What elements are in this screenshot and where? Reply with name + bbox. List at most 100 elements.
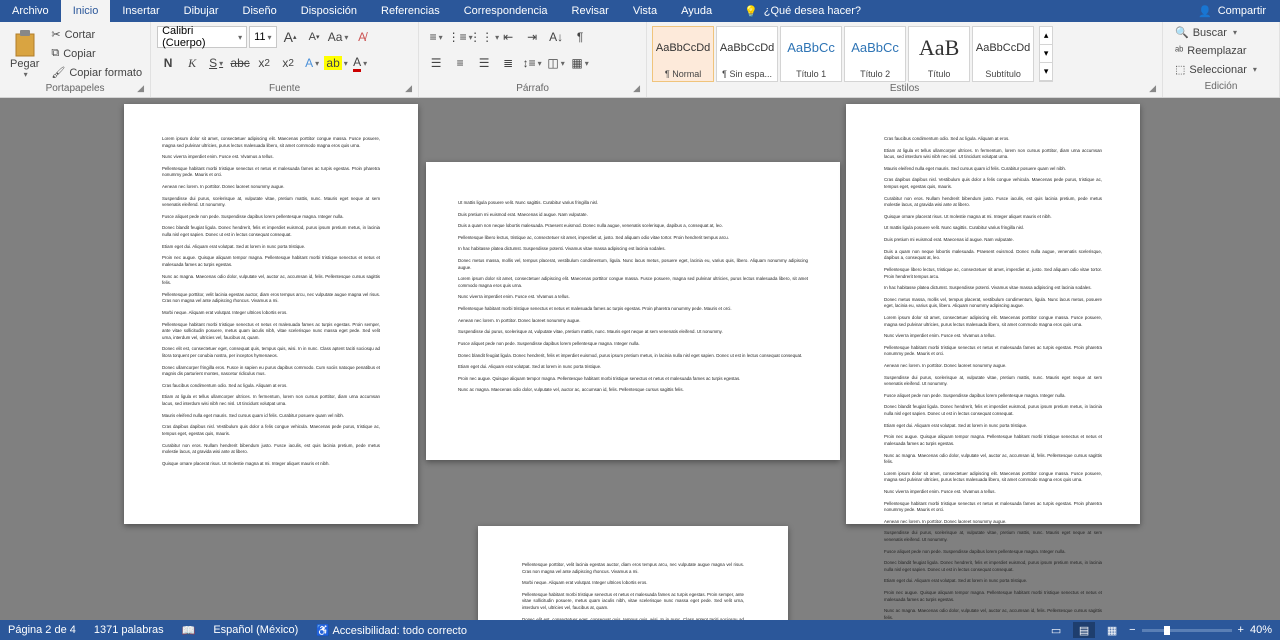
tab-home[interactable]: Inicio [61,0,111,22]
italic-button[interactable]: K [181,52,203,74]
tab-view[interactable]: Vista [621,0,669,22]
page-1[interactable]: Lorem ipsum dolor sit amet, consectetuer… [124,104,418,524]
body-text: Nunc viverra imperdiet enim. Fusce est. … [162,154,380,161]
styles-up-button[interactable]: ▴ [1040,27,1052,45]
paragraph-label: Párrafo [516,83,549,94]
select-button[interactable]: ⬚Seleccionar▾ [1171,61,1271,78]
document-canvas[interactable]: Lorem ipsum dolor sit amet, consectetuer… [0,98,1280,620]
borders-button[interactable]: ▦▾ [569,52,591,74]
body-text: Nunc ac magna. Maecenas odio dolor, vulp… [884,608,1102,620]
justify-button[interactable]: ≣ [497,52,519,74]
chevron-down-icon: ▾ [238,33,242,42]
group-clipboard: Pegar ▾ ✂Cortar ⧉Copiar 🖌Copiar formato … [0,22,151,97]
tab-file[interactable]: Archivo [0,0,61,22]
tab-design[interactable]: Diseño [231,0,289,22]
editing-label: Edición [1205,81,1238,92]
style---normal[interactable]: AaBbCcDd¶ Normal [652,26,714,82]
styles-down-button[interactable]: ▾ [1040,45,1052,63]
text-effects-button[interactable]: A▾ [301,52,323,74]
zoom-level[interactable]: 40% [1250,624,1272,636]
clipboard-launcher[interactable]: ◢ [137,83,144,94]
superscript-button[interactable]: x2 [277,52,299,74]
body-text: Nunc ac magna. Maecenas odio dolor, vulp… [162,274,380,287]
style-t-tulo-2[interactable]: AaBbCcTítulo 2 [844,26,906,82]
font-launcher[interactable]: ◢ [405,83,412,94]
print-layout-button[interactable]: ▤ [1073,622,1095,638]
shrink-font-button[interactable]: A▾ [303,26,325,48]
format-painter-button[interactable]: 🖌Copiar formato [47,64,146,81]
strikethrough-button[interactable]: abc [229,52,251,74]
tell-me-search[interactable]: 💡 ¿Qué desea hacer? [744,0,861,22]
tab-review[interactable]: Revisar [560,0,621,22]
highlight-button[interactable]: ab▾ [325,52,347,74]
body-text: In hac habitasse platea dictumst. Suspen… [884,285,1102,292]
body-text: Donec blandit feugiat ligula. Donec hend… [884,404,1102,417]
body-text: Duis pretium mi euismod erat. Maecenas i… [458,212,808,219]
spellcheck-icon[interactable]: 📖 [182,624,196,637]
chevron-down-icon: ▾ [24,70,28,79]
replace-button[interactable]: ᵃᵇReemplazar [1171,43,1271,59]
align-right-button[interactable]: ☰ [473,52,495,74]
body-text: Etiam at ligula et tellus ullamcorper ul… [162,394,380,407]
zoom-out-button[interactable]: − [1129,624,1135,636]
grow-font-button[interactable]: A▴ [279,26,301,48]
font-color-button[interactable]: A▾ [349,52,371,74]
copy-button[interactable]: ⧉Copiar [47,45,146,62]
share-button[interactable]: 👤 Compartir [1184,0,1280,22]
bullets-button[interactable]: ≡▾ [425,26,447,48]
zoom-slider[interactable] [1142,629,1232,632]
style-t-tulo[interactable]: AaBTítulo [908,26,970,82]
style-t-tulo-1[interactable]: AaBbCcTítulo 1 [780,26,842,82]
style---sin-espa---[interactable]: AaBbCcDd¶ Sin espa... [716,26,778,82]
tab-insert[interactable]: Insertar [110,0,171,22]
zoom-in-button[interactable]: + [1238,624,1244,636]
accessibility-status[interactable]: ♿ Accesibilidad: todo correcto [316,624,467,637]
bold-button[interactable]: N [157,52,179,74]
body-text: Pellentesque habitant morbi tristique se… [458,306,808,313]
paragraph-launcher[interactable]: ◢ [633,83,640,94]
body-text: Proin nec augue. Quisque aliquam tempor … [884,590,1102,603]
ribbon: Pegar ▾ ✂Cortar ⧉Copiar 🖌Copiar formato … [0,22,1280,98]
body-text: Duis pretium mi euismod erat. Maecenas i… [884,237,1102,244]
read-mode-button[interactable]: ▭ [1045,622,1067,638]
tab-references[interactable]: Referencias [369,0,452,22]
multilevel-button[interactable]: ⋮⋮▾ [473,26,495,48]
underline-button[interactable]: S▾ [205,52,227,74]
body-text: Lorem ipsum dolor sit amet, consectetuer… [884,315,1102,328]
page-2[interactable]: Ut mattis ligula posuere velit. Nunc sag… [426,162,840,460]
font-size-select[interactable]: 11▾ [249,26,277,48]
change-case-button[interactable]: Aa▾ [327,26,349,48]
subscript-button[interactable]: x2 [253,52,275,74]
find-button[interactable]: 🔍Buscar▾ [1171,24,1271,41]
paste-button[interactable]: Pegar ▾ [4,26,45,81]
decrease-indent-button[interactable]: ⇤ [497,26,519,48]
style-subt-tulo[interactable]: AaBbCcDdSubtítulo [972,26,1034,82]
tab-draw[interactable]: Dibujar [172,0,231,22]
page-3[interactable]: Cras faucibus condimentum odio. Sed ac l… [846,104,1140,524]
share-label: Compartir [1218,5,1266,17]
tab-help[interactable]: Ayuda [669,0,724,22]
tab-layout[interactable]: Disposición [289,0,369,22]
cut-button[interactable]: ✂Cortar [47,26,146,43]
styles-expand-button[interactable]: ▾ [1040,63,1052,81]
increase-indent-button[interactable]: ⇥ [521,26,543,48]
shading-button[interactable]: ◫▾ [545,52,567,74]
page-4[interactable]: Pellentesque porttitor, velit lacinia eg… [478,526,788,620]
numbering-button[interactable]: ⋮≡▾ [449,26,471,48]
styles-launcher[interactable]: ◢ [1149,83,1156,94]
word-count[interactable]: 1371 palabras [94,624,164,636]
clear-formatting-button[interactable]: A̸ [351,26,373,48]
body-text: Donec blandit feugiat ligula. Donec hend… [458,353,808,360]
align-left-button[interactable]: ☰ [425,52,447,74]
body-text: Proin nec augue. Quisque aliquam tempor … [884,434,1102,447]
page-indicator[interactable]: Página 2 de 4 [8,624,76,636]
brush-icon: 🖌 [51,66,65,79]
tab-mailings[interactable]: Correspondencia [452,0,560,22]
show-marks-button[interactable]: ¶ [569,26,591,48]
sort-button[interactable]: A↓ [545,26,567,48]
align-center-button[interactable]: ≡ [449,52,471,74]
web-layout-button[interactable]: ▦ [1101,622,1123,638]
language-indicator[interactable]: Español (México) [213,624,298,636]
line-spacing-button[interactable]: ↕≡▾ [521,52,543,74]
font-name-select[interactable]: Calibri (Cuerpo)▾ [157,26,247,48]
